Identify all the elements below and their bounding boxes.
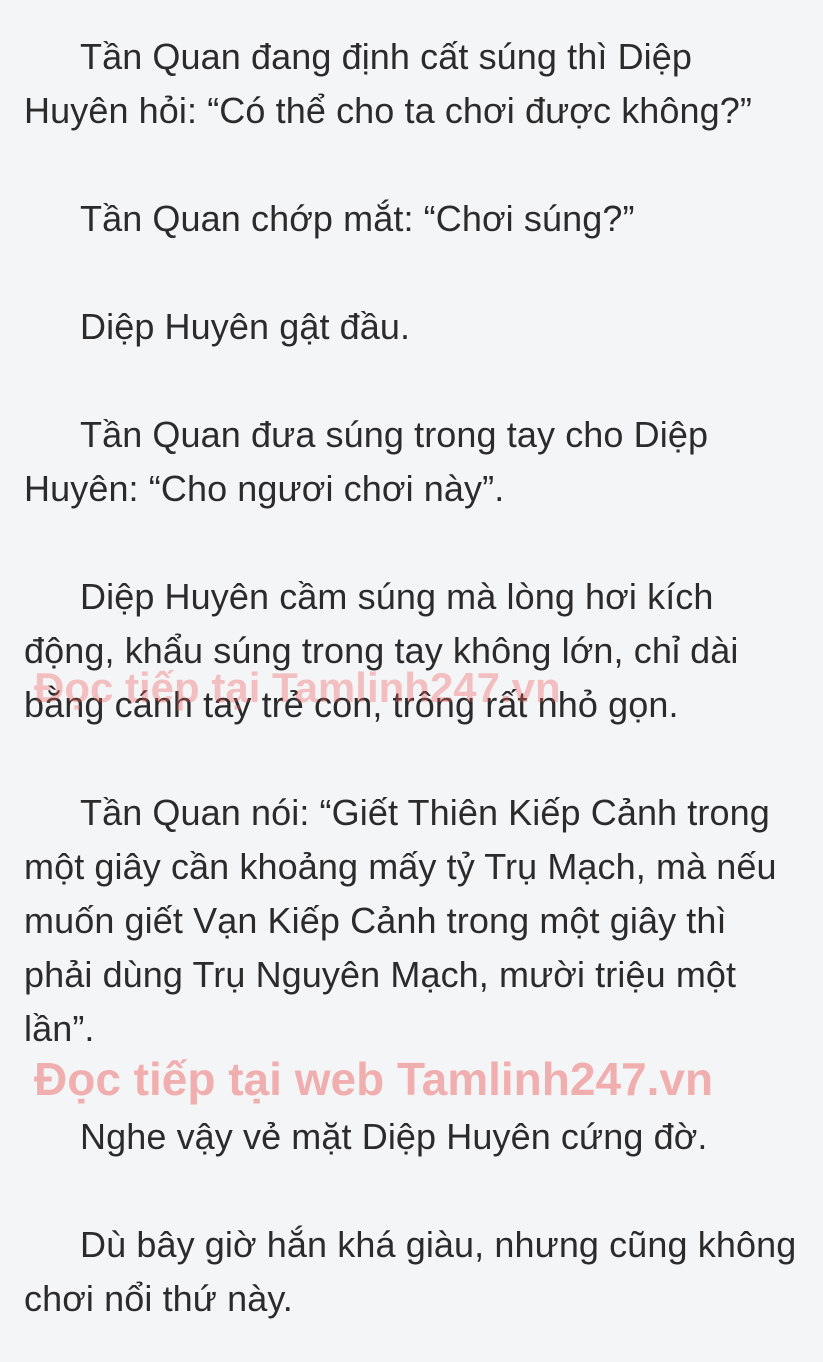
- paragraph: Tần Quan đang định cất súng thì Diệp Huy…: [24, 36, 752, 131]
- chapter-content: Tần Quan đang định cất súng thì Diệp Huy…: [24, 30, 804, 1362]
- paragraph: Nghe vậy vẻ mặt Diệp Huyên cứng đờ.: [80, 1116, 708, 1157]
- paragraph: Tần Quan nói: “Giết Thiên Kiếp Cảnh tron…: [24, 792, 777, 1049]
- paragraph: Diệp Huyên cầm súng mà lòng hơi kích độn…: [24, 576, 739, 725]
- paragraph: Diệp Huyên gật đầu.: [80, 306, 411, 347]
- paragraph: Tần Quan đưa súng trong tay cho Diệp Huy…: [24, 414, 709, 509]
- paragraph: Dù bây giờ hắn khá giàu, nhưng cũng khôn…: [24, 1224, 797, 1319]
- paragraph: Tần Quan chớp mắt: “Chơi súng?”: [80, 198, 635, 239]
